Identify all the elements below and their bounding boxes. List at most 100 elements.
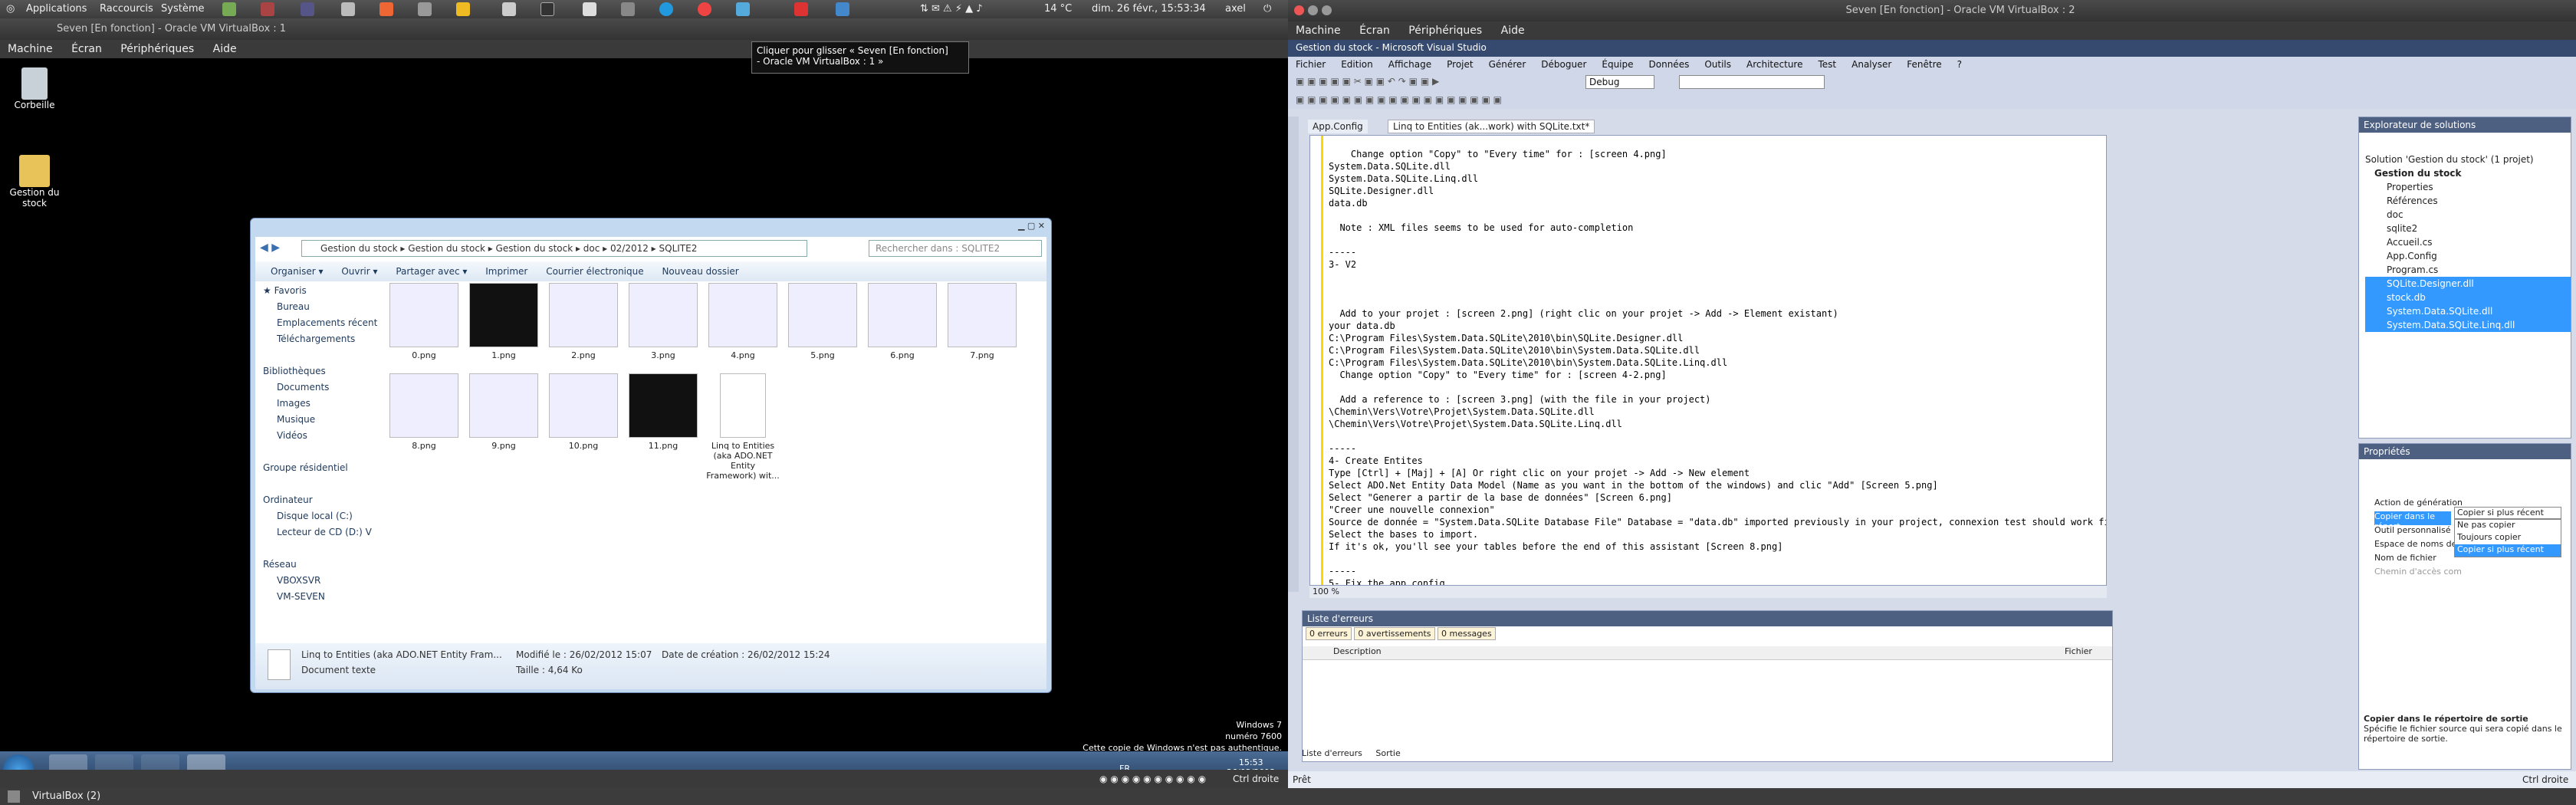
solution-tree-item[interactable]: System.Data.SQLite.Linq.dll [2365,318,2571,332]
file-item[interactable]: 2.png [545,283,622,360]
ubuntu-logo-icon[interactable]: ◎ [6,3,15,15]
vs-menu-item[interactable]: Affichage [1388,59,1431,70]
warnings-filter-button[interactable]: 0 avertissements [1354,627,1435,640]
vm2-menu-screen[interactable]: Écran [1359,25,1390,37]
file-item[interactable]: 7.png [944,283,1020,360]
vs-menu-item[interactable]: Projet [1447,59,1473,70]
file-item[interactable]: 9.png [465,373,542,451]
file-item[interactable]: 6.png [864,283,941,360]
desktop-icon-folder[interactable]: Gestion du stock [0,155,69,209]
nav-item[interactable]: Lecteur de CD (D:) V [255,524,378,540]
vs-menu-item[interactable]: Données [1649,59,1690,70]
config-select[interactable]: Debug [1585,75,1654,89]
column-header[interactable]: Fichier [2065,646,2092,656]
solution-tree-item[interactable]: stock.db [2365,291,2571,304]
vs-menu-item[interactable]: Fenêtre [1907,59,1941,70]
vs-menu-item[interactable]: Test [1818,59,1836,70]
vm2-menu-help[interactable]: Aide [1501,25,1525,37]
file-item[interactable]: 11.png [625,373,702,451]
solution-tree-item[interactable]: Solution 'Gestion du stock' (1 projet) [2365,153,2571,166]
file-item[interactable]: 3.png [625,283,702,360]
launcher-icon[interactable] [301,2,314,16]
file-item[interactable]: 0.png [386,283,462,360]
window-controls[interactable]: ▁ ▢ ✕ [976,221,1045,233]
nav-item[interactable]: Bureau [255,299,378,315]
breadcrumb[interactable]: Gestion du stock ▸ Gestion du stock ▸ Ge… [301,240,807,257]
toolbar-icons[interactable]: ▣ ▣ ▣ ▣ ▣ ✂ ▣ ▣ ↶ ↷ ▣ ▣ ▶ [1296,76,1439,87]
vs-menu-item[interactable]: Générer [1489,59,1526,70]
nav-item[interactable]: Groupe résidentiel [255,460,378,476]
solution-tree-item[interactable]: Références [2365,194,2571,208]
tab-linq-txt[interactable]: Linq to Entities (ak...work) with SQLite… [1388,120,1595,133]
vm2-window-buttons[interactable] [1294,0,1336,21]
vm1-titlebar[interactable]: Seven [En fonction] - Oracle VM VirtualB… [0,18,1288,40]
launcher-icon[interactable] [222,2,236,16]
vm1-menu-devices[interactable]: Périphériques [120,43,194,55]
vm1-menu-help[interactable]: Aide [213,43,237,55]
print-button[interactable]: Imprimer [485,266,527,277]
file-item[interactable]: 1.png [465,283,542,360]
zoom-level[interactable]: 100 % [1313,586,1339,596]
vs-menu-item[interactable]: Fichier [1296,59,1326,70]
solution-tree-item[interactable]: System.Data.SQLite.dll [2365,304,2571,318]
virtualbox-icon[interactable] [836,2,849,16]
launcher-icon[interactable] [502,2,516,16]
nav-item[interactable]: Documents [255,380,378,396]
desktop-icon-trash[interactable]: Corbeille [0,67,69,110]
solution-tree-item[interactable]: doc [2365,208,2571,222]
tab-error-list[interactable]: Liste d'erreurs [1302,748,1362,758]
launcher-icon[interactable] [621,2,635,16]
vs-menu-item[interactable]: Analyser [1852,59,1891,70]
toolbox-sidebar[interactable] [1288,117,1299,592]
firefox-icon[interactable] [380,2,393,16]
share-button[interactable]: Partager avec ▾ [396,266,467,277]
solution-tree-item[interactable]: sqlite2 [2365,222,2571,235]
vm2-titlebar[interactable]: Seven [En fonction] - Oracle VM VirtualB… [1288,0,2576,21]
nav-item[interactable]: Réseau [255,557,378,573]
folder-icon[interactable] [456,2,470,16]
nav-item[interactable]: ★ Favoris [255,283,378,299]
vm2-menu-machine[interactable]: Machine [1296,25,1341,37]
file-item[interactable]: 8.png [386,373,462,451]
terminal-icon[interactable] [540,2,554,16]
launcher-icon[interactable] [418,2,432,16]
vs-menu-item[interactable]: Architecture [1746,59,1802,70]
nav-item[interactable]: VM-SEVEN [255,589,378,605]
vs-titlebar[interactable]: Gestion du stock - Microsoft Visual Stud… [1288,40,2576,57]
platform-select[interactable] [1679,75,1825,89]
status-icons[interactable]: ◉ ◉ ◉ ◉ ◉ ◉ ◉ ◉ ◉ ◉ [1099,770,1206,788]
organize-button[interactable]: Organiser ▾ [271,266,323,277]
pdf-icon[interactable] [794,2,808,16]
nav-item[interactable]: Musique [255,412,378,428]
nav-item[interactable]: Téléchargements [255,331,378,347]
tab-appconfig[interactable]: App.Config [1308,120,1368,133]
toolbar-icons[interactable]: ▣ ▣ ▣ ▣ ▣ ▣ ▣ ▣ ▣ ▣ ▣ ▣ ▣ ▣ ▣ ▣ ▣ ▣ [1296,94,1502,105]
menu-system[interactable]: Système [161,3,204,15]
nav-item[interactable]: Images [255,396,378,412]
dropdown-option[interactable]: Copier si plus récent [2455,544,2561,557]
search-input[interactable]: Rechercher dans : SQLITE2 [869,240,1042,257]
dropdown-option[interactable]: Toujours copier [2455,532,2561,544]
code-editor[interactable]: Change option "Copy" to "Every time" for… [1309,135,2107,586]
taskbar-item-virtualbox[interactable]: VirtualBox (2) [32,788,100,805]
launcher-icon[interactable] [736,2,750,16]
nav-item[interactable]: Ordinateur [255,492,378,508]
file-item[interactable]: 5.png [784,283,861,360]
messages-filter-button[interactable]: 0 messages [1438,627,1496,640]
vm2-menu-devices[interactable]: Périphériques [1408,25,1482,37]
email-button[interactable]: Courrier électronique [546,266,643,277]
file-item[interactable]: 4.png [705,283,781,360]
clock[interactable]: dim. 26 févr., 15:53:34 [1092,3,1206,15]
weather[interactable]: 14 °C [1044,3,1072,15]
skype-icon[interactable] [659,2,673,16]
launcher-icon[interactable] [698,2,711,16]
vs-menu-item[interactable]: ? [1957,59,1962,70]
menu-shortcuts[interactable]: Raccourcis [100,3,153,15]
solution-tree-item[interactable]: SQLite.Designer.dll [2365,277,2571,291]
user-name[interactable]: axel [1225,3,1246,15]
solution-tree-item[interactable]: Accueil.cs [2365,235,2571,249]
power-icon[interactable]: ⏻ [1263,3,1271,15]
vs-menu-item[interactable]: Edition [1341,59,1373,70]
new-folder-button[interactable]: Nouveau dossier [662,266,738,277]
vs-menu-item[interactable]: Déboguer [1541,59,1586,70]
